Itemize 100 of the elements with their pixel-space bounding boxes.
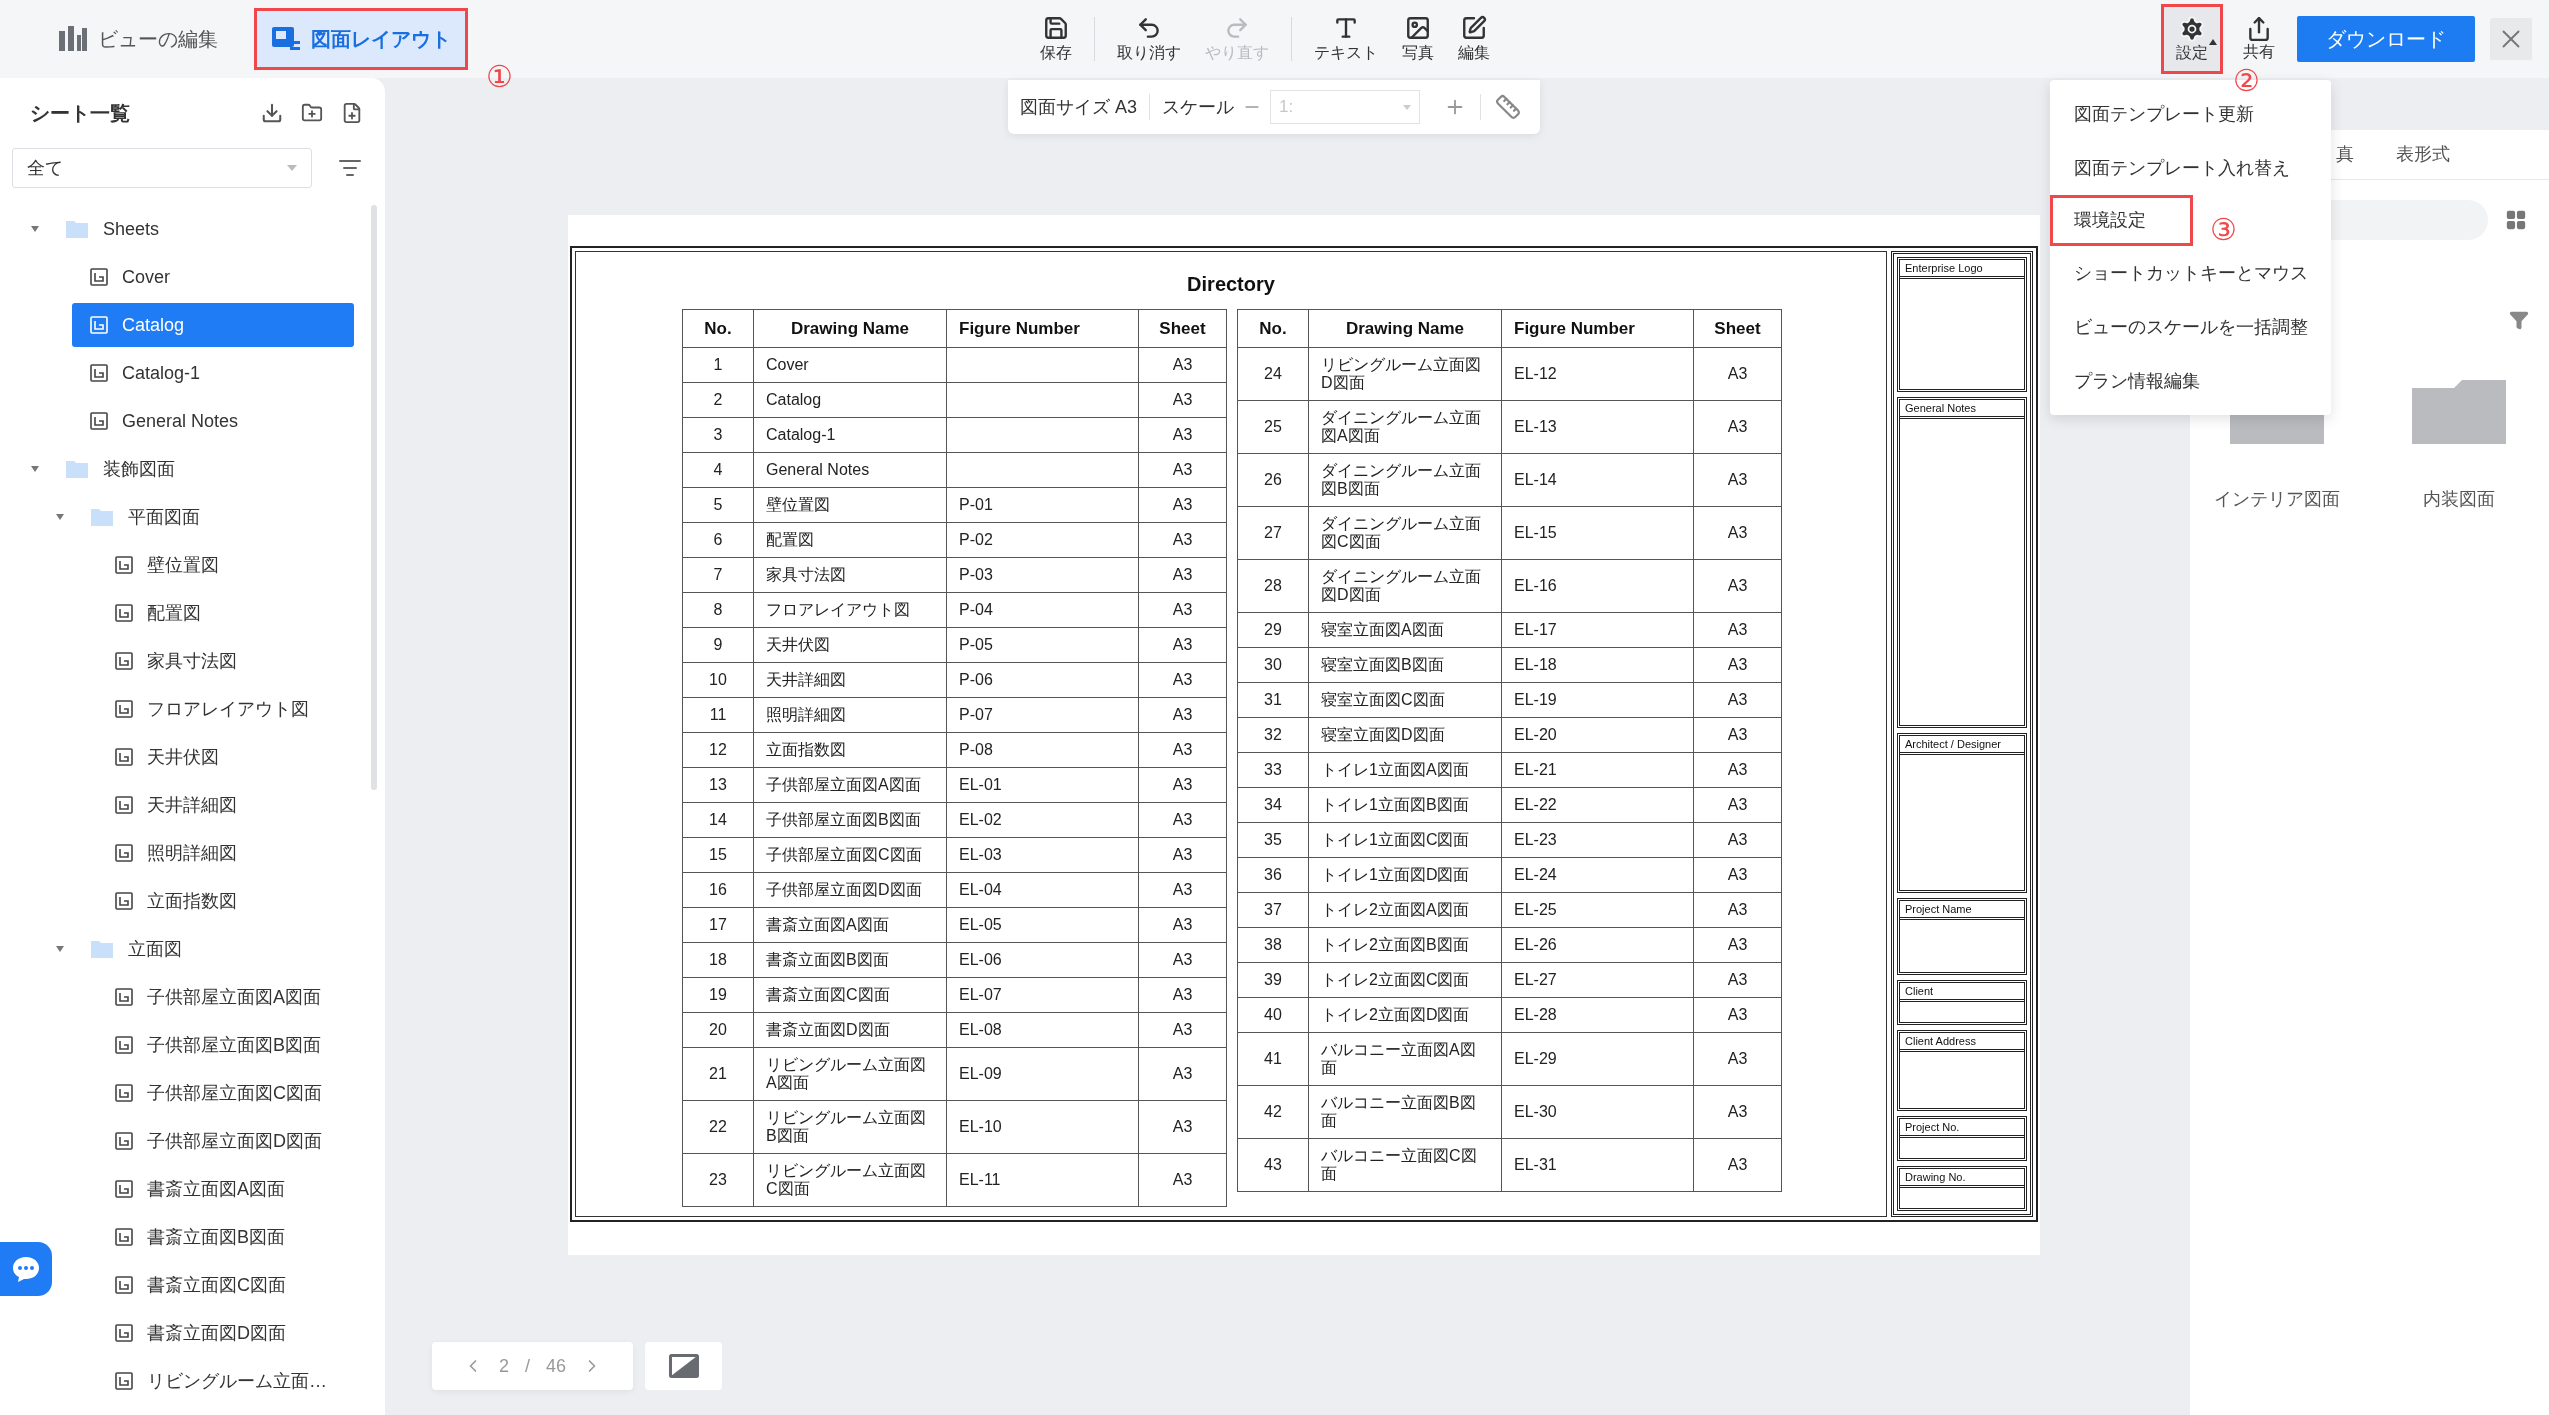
toolbar-button[interactable]: 保存 — [1028, 15, 1084, 63]
menu-item[interactable]: 環境設定 — [2053, 196, 2146, 245]
table-cell: トイレ1立面図D図面 — [1308, 857, 1502, 893]
menu-item[interactable]: ショートカットキーとマウス — [2050, 249, 2331, 297]
table-cell: 1 — [682, 347, 754, 383]
view-toggle-button[interactable] — [645, 1342, 722, 1390]
sheet-size-label: 図面サイズ A3 — [1020, 95, 1138, 119]
sheet-icon — [115, 556, 133, 574]
toolbar-button[interactable]: 写真 — [1390, 15, 1446, 63]
table-cell: General Notes — [753, 452, 947, 488]
folder-item[interactable]: 平面図面 — [72, 495, 354, 539]
folder-item[interactable]: 立面図 — [72, 927, 354, 971]
folder-item[interactable]: 装飾図面 — [47, 447, 354, 491]
table-cell: バルコニー立面図B図面 — [1308, 1085, 1502, 1139]
table-cell: A3 — [1138, 417, 1227, 453]
table-cell: 17 — [682, 907, 754, 943]
mode-tab[interactable]: 図面レイアウト — [257, 11, 465, 67]
table-cell: 19 — [682, 977, 754, 1013]
text-icon — [1333, 15, 1359, 41]
table-cell: EL-21 — [1501, 752, 1694, 788]
sheet-item[interactable]: General Notes — [72, 399, 354, 443]
table-cell: A3 — [1693, 682, 1782, 718]
table-cell: EL-08 — [946, 1012, 1139, 1048]
caret-icon[interactable] — [30, 224, 40, 234]
sheet-item[interactable]: 家具寸法図 — [97, 639, 354, 683]
sheet-item[interactable]: 天井伏図 — [97, 735, 354, 779]
folder-item[interactable]: Sheets — [47, 207, 354, 251]
menu-item[interactable]: 図面テンプレート入れ替え — [2050, 144, 2331, 192]
filter-icon[interactable] — [2509, 310, 2529, 330]
sheet-item[interactable]: 配置図 — [97, 591, 354, 635]
table-cell: 37 — [1237, 892, 1309, 928]
chat-button[interactable] — [0, 1242, 52, 1296]
sheet-item[interactable]: Cover — [72, 255, 354, 299]
settings-button[interactable]: 設定 — [2164, 7, 2220, 71]
panel-tab[interactable]: 真 — [2336, 141, 2354, 168]
sheet-icon — [115, 604, 133, 622]
table-cell: EL-31 — [1501, 1138, 1694, 1192]
sheet-item[interactable]: 壁位置図 — [97, 543, 354, 587]
table-cell: トイレ2立面図D図面 — [1308, 997, 1502, 1033]
sheet-item[interactable]: 書斎立面図C図面 — [97, 1263, 354, 1307]
toolbar-button[interactable]: テキスト — [1302, 15, 1390, 63]
caret-icon[interactable] — [30, 464, 40, 474]
title-block-field: Client — [1897, 980, 2027, 1026]
table-cell: EL-07 — [946, 977, 1139, 1013]
table-cell: A3 — [1693, 1032, 1782, 1086]
toolbar-button[interactable]: 取り消す — [1105, 15, 1193, 63]
folder-add-icon[interactable] — [301, 102, 323, 124]
file-add-icon[interactable] — [341, 102, 363, 124]
table-cell: P-05 — [946, 627, 1139, 663]
download-icon[interactable] — [261, 102, 283, 124]
sheet-item[interactable]: フロアレイアウト図 — [97, 687, 354, 731]
sheet-item[interactable]: Catalog-1 — [72, 351, 354, 395]
ruler-icon[interactable] — [1495, 94, 1522, 120]
table-cell: 子供部屋立面図C図面 — [753, 837, 947, 873]
panel-tab[interactable]: 表形式 — [2396, 141, 2450, 168]
table-cell: A3 — [1138, 522, 1227, 558]
toolbar-button[interactable]: 編集 — [1446, 15, 1502, 63]
grid-icon[interactable] — [2505, 209, 2527, 231]
table-cell: Catalog-1 — [753, 417, 947, 453]
sheet-item[interactable]: 書斎立面図D図面 — [97, 1311, 354, 1355]
sheet-icon — [115, 1132, 133, 1150]
sheet-icon — [115, 1084, 133, 1102]
table-cell: EL-11 — [946, 1153, 1139, 1207]
table-cell: EL-27 — [1501, 962, 1694, 998]
table-cell: 家具寸法図 — [753, 557, 947, 593]
table-cell: EL-17 — [1501, 612, 1694, 648]
table-cell: 28 — [1237, 559, 1309, 613]
table-cell: EL-23 — [1501, 822, 1694, 858]
table-cell: 3 — [682, 417, 754, 453]
table-cell: トイレ1立面図B図面 — [1308, 787, 1502, 823]
sheet-item[interactable]: 子供部屋立面図C図面 — [97, 1071, 354, 1115]
table-cell: Cover — [753, 347, 947, 383]
caret-icon[interactable] — [55, 512, 65, 522]
filter-select[interactable]: 全て — [12, 148, 312, 188]
share-button[interactable]: 共有 — [2243, 16, 2275, 62]
sheet-item[interactable]: 立面指数図 — [97, 879, 354, 923]
table-cell: 5 — [682, 487, 754, 523]
scale-label: スケール — [1162, 95, 1235, 119]
sheet-item[interactable]: 照明詳細図 — [97, 831, 354, 875]
table-cell: A3 — [1693, 1138, 1782, 1192]
table-cell: A3 — [1693, 612, 1782, 648]
table-cell: 7 — [682, 557, 754, 593]
sheet-item[interactable]: 子供部屋立面図A図面 — [97, 975, 354, 1019]
sheet-item[interactable]: 書斎立面図B図面 — [97, 1215, 354, 1259]
sheet-item[interactable]: 子供部屋立面図D図面 — [97, 1119, 354, 1163]
sheet-item[interactable]: Catalog — [72, 303, 354, 347]
mode-tab[interactable]: ビューの編集 — [44, 11, 232, 67]
close-button[interactable] — [2490, 18, 2532, 60]
menu-item[interactable]: ビューのスケールを一括調整 — [2050, 303, 2331, 351]
sheet-item[interactable]: 書斎立面図A図面 — [97, 1167, 354, 1211]
caret-icon[interactable] — [55, 944, 65, 954]
image-icon — [1405, 15, 1431, 41]
sheet-item[interactable]: 子供部屋立面図B図面 — [97, 1023, 354, 1067]
table-cell: 子供部屋立面図B図面 — [753, 802, 947, 838]
download-button[interactable]: ダウンロード — [2297, 16, 2475, 62]
sheet-item[interactable]: 天井詳細図 — [97, 783, 354, 827]
menu-item[interactable]: プラン情報編集 — [2050, 357, 2331, 405]
contrast-square-icon — [668, 1354, 699, 1378]
sheet-item[interactable]: リビングルーム立面… — [97, 1359, 354, 1403]
table-cell: 壁位置図 — [753, 487, 947, 523]
